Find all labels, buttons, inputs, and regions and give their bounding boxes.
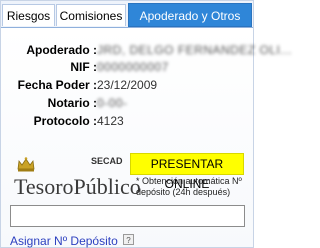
presentar-online-button[interactable]: PRESENTAR ONLINE [130,153,244,191]
apoderado-tab-content: Apoderado : JRD, DELGO FERNANDEZ OLI... … [1,28,291,248]
secad-label: SECAD [91,156,123,166]
nif-value: 0000000007 [97,60,169,74]
tesoro-publico-wordmark: TesoroPúblico [14,174,141,199]
protocolo-value: 4123 [97,114,124,128]
crown-icon [17,157,35,172]
field-protocolo: Protocolo : [1,113,97,129]
fecha-poder-value: 23/12/2009 [97,78,158,92]
tab-bar: Riesgos Comisiones Apoderado y Otros [1,1,253,28]
deposito-note: * Obtención automática Nº depósito (24h … [136,176,242,197]
tab-apoderado-y-otros[interactable]: Apoderado y Otros [128,3,252,27]
tab-riesgos[interactable]: Riesgos [2,4,55,26]
field-nif: NIF : [1,59,97,75]
apoderado-label: Apoderado : [26,43,97,57]
apoderado-value: JRD, DELGO FERNANDEZ OLI... [97,43,292,57]
field-fecha-poder: Fecha Poder : [1,77,97,93]
nif-label: NIF : [70,60,97,74]
apoderado-panel-window: Riesgos Comisiones Apoderado y Otros Apo… [0,0,291,248]
field-apoderado: Apoderado : [1,42,97,58]
deposito-input[interactable] [10,205,245,227]
notario-value: 0-00- [97,96,128,110]
fecha-poder-label: Fecha Poder : [17,78,97,92]
help-icon[interactable]: ? [123,234,134,245]
field-notario: Notario : [1,95,97,111]
tab-comisiones[interactable]: Comisiones [56,4,126,26]
asignar-deposito-link[interactable]: Asignar Nº Depósito [10,234,118,248]
protocolo-label: Protocolo : [33,114,97,128]
notario-label: Notario : [47,96,97,110]
